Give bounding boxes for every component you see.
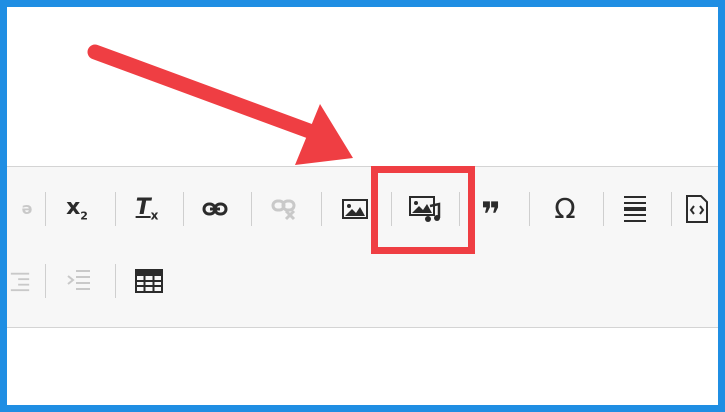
pointer-arrow — [87, 44, 353, 165]
